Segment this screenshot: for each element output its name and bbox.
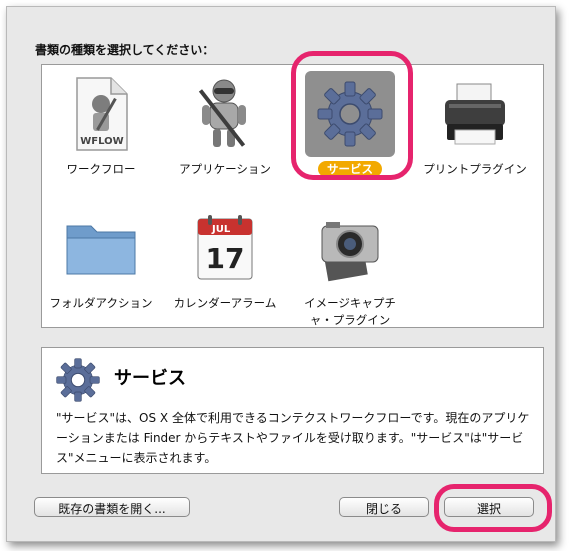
type-label: ワークフロー bbox=[66, 162, 136, 176]
type-label: フォルダアクション bbox=[49, 296, 153, 310]
open-existing-button[interactable]: 既存の書類を開く... bbox=[34, 497, 190, 517]
folder-icon bbox=[56, 205, 146, 291]
gear-icon bbox=[54, 356, 102, 404]
type-item-folder-action[interactable]: フォルダアクション bbox=[42, 205, 160, 335]
description-text: "サービス"は、OS X 全体で利用できるコンテクストワークフローです。現在のア… bbox=[56, 411, 530, 465]
type-item-workflow[interactable]: WFLOW ワークフロー bbox=[42, 71, 160, 201]
type-item-calendar-alarm[interactable]: JUL 17 カレンダーアラーム bbox=[166, 205, 284, 335]
type-item-image-capture-plugin[interactable]: イメージキャプチャ・プラグイン bbox=[291, 205, 409, 335]
type-item-application[interactable]: アプリケーション bbox=[166, 71, 284, 201]
close-button[interactable]: 閉じる bbox=[339, 497, 429, 517]
type-label: アプリケーション bbox=[179, 162, 271, 176]
type-item-print-plugin[interactable]: プリントプラグイン bbox=[416, 71, 534, 201]
calendar-icon: JUL 17 bbox=[180, 205, 270, 291]
choose-button[interactable]: 選択 bbox=[444, 497, 534, 517]
workflow-document-icon: WFLOW bbox=[56, 71, 146, 157]
description-title: サービス bbox=[114, 368, 186, 389]
description-panel: サービス "サービス"は、OS X 全体で利用できるコンテクストワークフローです… bbox=[41, 347, 544, 474]
document-type-grid: WFLOW ワークフロー アプリケーション サービス プリントプラグイン フォル… bbox=[41, 64, 544, 328]
calendar-month: JUL bbox=[211, 224, 231, 235]
camera-icon bbox=[305, 205, 395, 291]
type-label: プリントプラグイン bbox=[423, 162, 527, 176]
printer-icon bbox=[430, 71, 520, 157]
new-document-dialog: 書類の種類を選択してください： WFLOW ワークフロー アプリケーション サー… bbox=[6, 6, 556, 542]
dialog-prompt: 書類の種類を選択してください： bbox=[35, 43, 215, 57]
automator-robot-icon bbox=[180, 71, 270, 157]
type-item-service[interactable]: サービス bbox=[291, 71, 409, 201]
type-label: カレンダーアラーム bbox=[173, 296, 277, 310]
type-label: サービス bbox=[318, 161, 382, 177]
workflow-badge-text: WFLOW bbox=[80, 136, 123, 147]
gear-icon bbox=[305, 71, 395, 157]
calendar-day: 17 bbox=[206, 242, 245, 275]
type-label: イメージキャプチャ・プラグイン bbox=[304, 296, 396, 327]
